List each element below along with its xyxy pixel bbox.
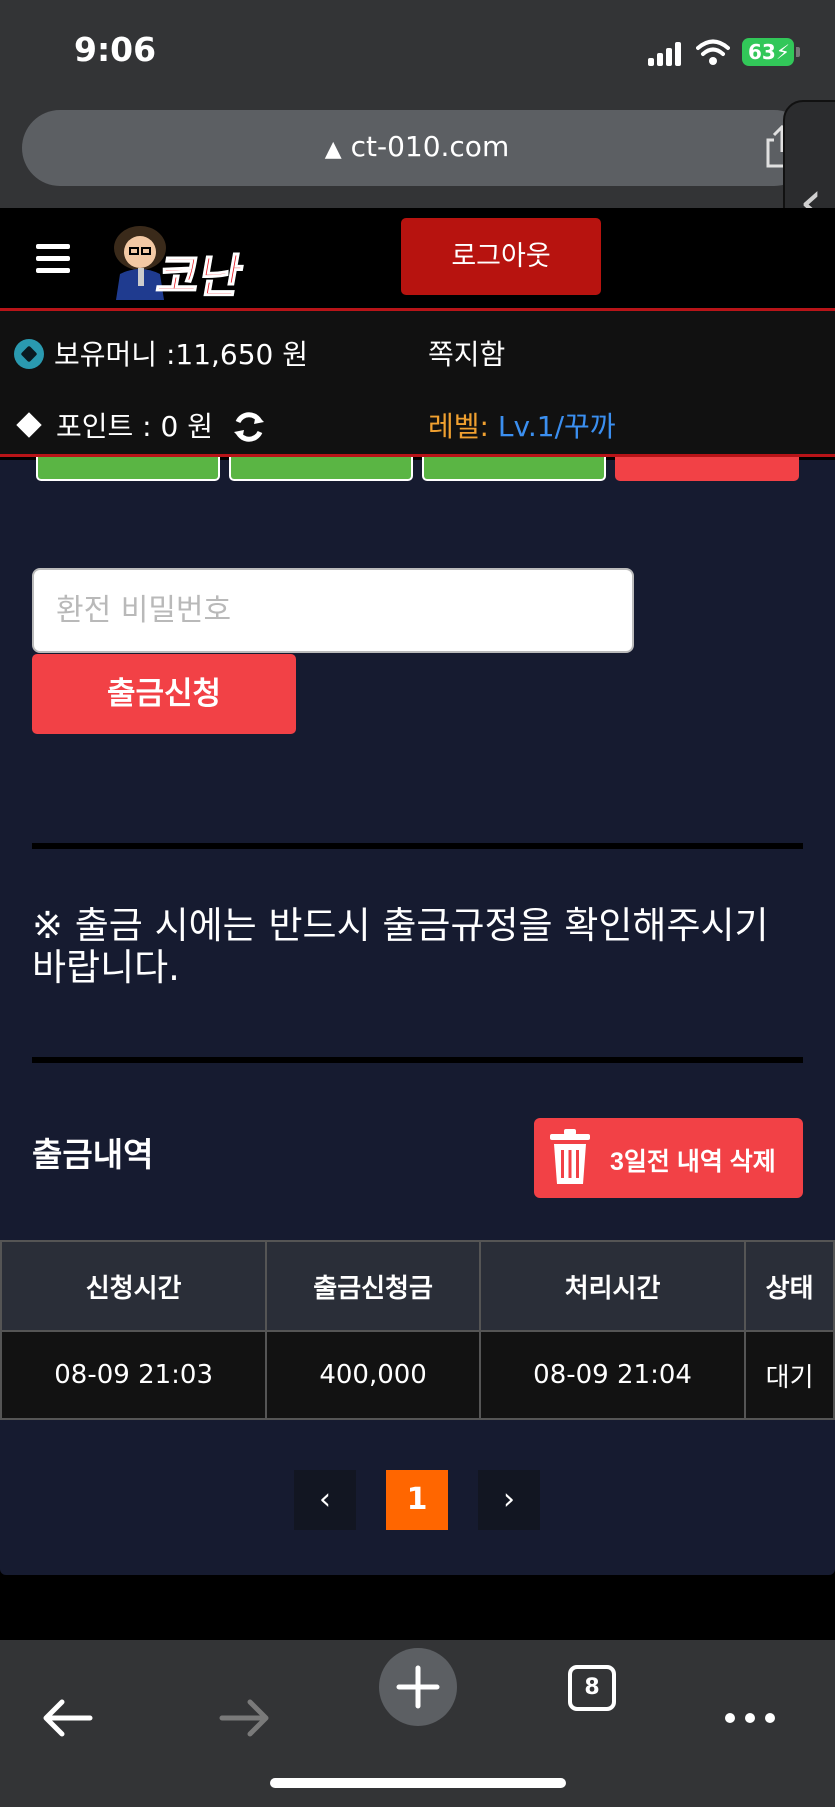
withdraw-request-button[interactable]: 출금신청 [32,654,296,734]
table-header-row: 신청시간 출금신청금 처리시간 상태 [0,1240,835,1332]
more-icon[interactable] [710,1670,790,1750]
user-info-bar: 보유머니 :11,650 원 쪽지함 포인트 : 0 원 레벨: Lv.1/꾸까 [0,311,835,457]
amount-button-2[interactable] [229,457,413,481]
amount-button-1[interactable] [36,457,220,481]
new-tab-button[interactable] [379,1648,457,1726]
status-cell: 대기 [744,1330,835,1420]
tabs-button[interactable]: 8 [568,1665,616,1711]
signal-icon [648,42,684,66]
site-logo[interactable]: 코난 [110,216,275,300]
pagination-prev[interactable]: ‹ [294,1470,356,1530]
home-indicator [270,1778,566,1788]
back-arrow-icon[interactable] [28,1670,108,1750]
point-balance: 포인트 : 0 원 [16,405,266,445]
status-bar: 9:06 63⚡ [0,0,835,100]
divider [32,1057,803,1063]
column-header: 상태 [744,1240,835,1332]
memo-link[interactable]: 쪽지함 [428,333,505,373]
diamond-icon [16,412,42,438]
level-value: Lv.1/꾸까 [497,410,616,443]
amount-cell: 400,000 [265,1330,481,1420]
column-header: 출금신청금 [265,1240,481,1332]
pagination-page-1[interactable]: 1 [386,1470,448,1530]
delete-old-history-label: 3일전 내역 삭제 [610,1148,776,1176]
site-header: 코난 로그아웃 [0,208,835,311]
amount-button-3[interactable] [422,457,606,481]
page-footer-gap [0,1575,835,1640]
processed-time-cell: 08-09 21:04 [478,1330,747,1420]
refresh-icon[interactable] [232,410,266,444]
request-time-cell: 08-09 21:03 [0,1330,268,1420]
logout-button[interactable]: 로그아웃 [401,218,601,295]
pagination-next[interactable]: › [478,1470,540,1530]
menu-icon[interactable] [36,244,70,273]
url-display[interactable]: ▲ ct-010.com [22,130,812,163]
withdraw-history-table: 신청시간 출금신청금 처리시간 상태 08-09 21:03 400,000 0… [0,1240,835,1420]
point-text: 포인트 : 0 원 [56,410,213,443]
amount-reset-button[interactable] [615,457,799,481]
level-label: 레벨: [428,410,489,443]
url-text: ct-010.com [350,130,510,163]
table-row: 08-09 21:03 400,000 08-09 21:04 대기 [0,1330,835,1420]
delete-old-history-button[interactable]: 3일전 내역 삭제 [534,1118,803,1198]
divider [32,843,803,849]
soccer-ball-icon [14,339,44,369]
forward-arrow-icon[interactable] [204,1670,284,1750]
logo-text: 코난 [153,249,247,300]
history-title: 출금내역 [32,1135,154,1174]
trash-icon [550,1129,590,1184]
column-header: 신청시간 [0,1240,268,1332]
browser-address-area: ▲ ct-010.com [0,100,835,208]
clock: 9:06 [74,30,157,69]
user-level: 레벨: Lv.1/꾸까 [428,405,616,445]
quick-amount-buttons [0,457,835,482]
money-balance: 보유머니 :11,650 원 [14,333,308,373]
money-text: 보유머니 :11,650 원 [54,338,309,371]
plus-icon [396,1665,440,1709]
battery-icon: 63⚡ [742,38,800,66]
withdraw-notice: ※ 출금 시에는 반드시 출금규정을 확인해주시기 바랍니다. [32,904,769,989]
battery-level: 63 [748,40,776,64]
warning-icon: ▲ [324,137,342,162]
exchange-password-input[interactable] [32,568,634,653]
address-bar[interactable]: ▲ ct-010.com [22,110,812,186]
wifi-icon [696,39,730,65]
column-header: 처리시간 [478,1240,747,1332]
